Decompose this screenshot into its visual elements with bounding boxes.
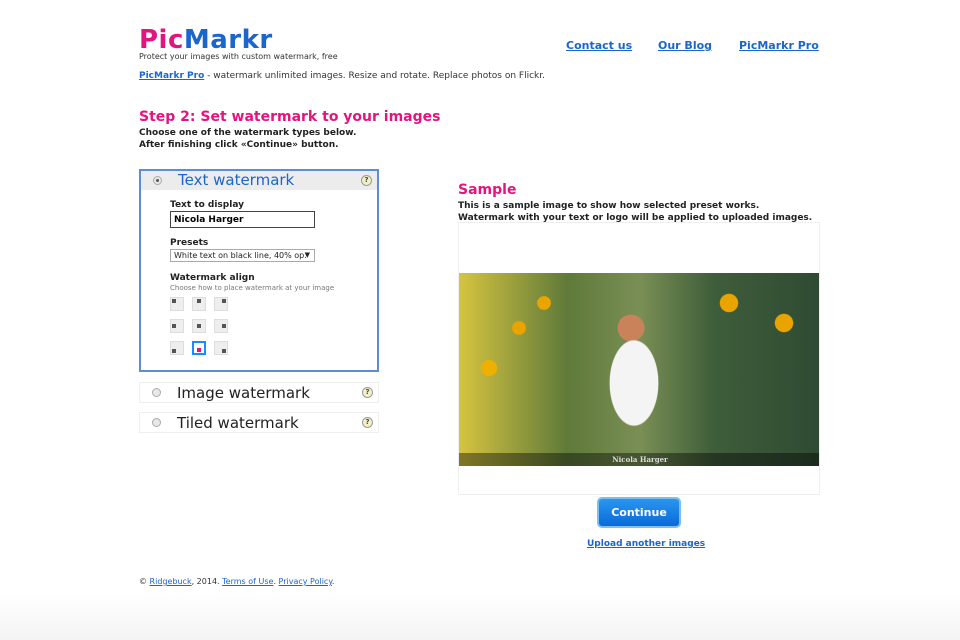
terms-link[interactable]: Terms of Use — [222, 577, 273, 586]
align-middle-right[interactable] — [214, 319, 228, 333]
align-top-right[interactable] — [214, 297, 228, 311]
bottom-band — [0, 592, 960, 640]
copyright: © — [139, 577, 150, 586]
promo-line: PicMarkr Pro - watermark unlimited image… — [139, 71, 545, 81]
align-label: Watermark align — [170, 273, 255, 283]
text-watermark-radio[interactable] — [153, 176, 162, 185]
instruction-1: Choose one of the watermark types below. — [139, 128, 357, 138]
logo[interactable]: PicMarkr — [139, 26, 273, 54]
nav-picmarkr-pro[interactable]: PicMarkr Pro — [739, 39, 819, 52]
instructions: Choose one of the watermark types below.… — [139, 127, 356, 151]
nav-our-blog[interactable]: Our Blog — [658, 39, 712, 52]
presets-value: White text on black line, 40% op. — [174, 251, 307, 260]
align-middle-center[interactable] — [192, 319, 206, 333]
upload-another-link[interactable]: Upload another images — [587, 539, 705, 549]
help-icon[interactable]: ? — [361, 175, 372, 186]
sample-description: This is a sample image to show how selec… — [458, 200, 812, 224]
logo-pic: Pic — [139, 25, 184, 55]
promo-text: - watermark unlimited images. Resize and… — [204, 71, 545, 81]
footer-year: , 2014. — [191, 577, 223, 586]
sample-photo: Nicola Harger — [459, 273, 819, 466]
logo-markr: Markr — [183, 25, 273, 55]
continue-button[interactable]: Continue — [597, 497, 681, 528]
presets-select[interactable]: White text on black line, 40% op. ▼ — [170, 249, 315, 262]
sample-preview: Nicola Harger — [458, 222, 820, 495]
align-top-center[interactable] — [192, 297, 206, 311]
align-bottom-right[interactable] — [214, 341, 228, 355]
text-watermark-header[interactable]: Text watermark ? — [141, 171, 377, 190]
text-label: Text to display — [170, 200, 244, 210]
footer: © Ridgebuck, 2014. Terms of Use. Privacy… — [139, 577, 334, 586]
image-watermark-option[interactable]: Image watermark ? — [139, 382, 379, 403]
help-icon[interactable]: ? — [362, 417, 373, 428]
instruction-2: After finishing click «Continue» button. — [139, 140, 339, 150]
align-bottom-center[interactable] — [192, 341, 206, 355]
tagline: Protect your images with custom watermar… — [139, 52, 338, 61]
ridgebuck-link[interactable]: Ridgebuck — [150, 577, 192, 586]
tiled-watermark-title: Tiled watermark — [177, 414, 299, 432]
align-middle-left[interactable] — [170, 319, 184, 333]
chevron-down-icon: ▼ — [304, 251, 310, 259]
watermark-bar: Nicola Harger — [459, 453, 819, 466]
align-bottom-left[interactable] — [170, 341, 184, 355]
privacy-link[interactable]: Privacy Policy — [279, 577, 332, 586]
sample-desc-1: This is a sample image to show how selec… — [458, 201, 760, 211]
footer-end: . — [331, 577, 335, 586]
presets-label: Presets — [170, 238, 209, 248]
page-title: Step 2: Set watermark to your images — [139, 109, 441, 125]
tiled-watermark-radio[interactable] — [152, 418, 161, 427]
text-watermark-title: Text watermark — [178, 171, 295, 189]
tiled-watermark-option[interactable]: Tiled watermark ? — [139, 412, 379, 433]
text-to-display-input[interactable] — [170, 211, 315, 228]
sample-title: Sample — [458, 182, 517, 198]
image-watermark-radio[interactable] — [152, 388, 161, 397]
text-watermark-panel: Text watermark ? Text to display Presets… — [139, 169, 379, 372]
help-icon[interactable]: ? — [362, 387, 373, 398]
align-hint: Choose how to place watermark at your im… — [170, 284, 335, 292]
promo-link[interactable]: PicMarkr Pro — [139, 71, 204, 81]
image-watermark-title: Image watermark — [177, 384, 310, 402]
nav-contact-us[interactable]: Contact us — [566, 39, 632, 52]
align-top-left[interactable] — [170, 297, 184, 311]
